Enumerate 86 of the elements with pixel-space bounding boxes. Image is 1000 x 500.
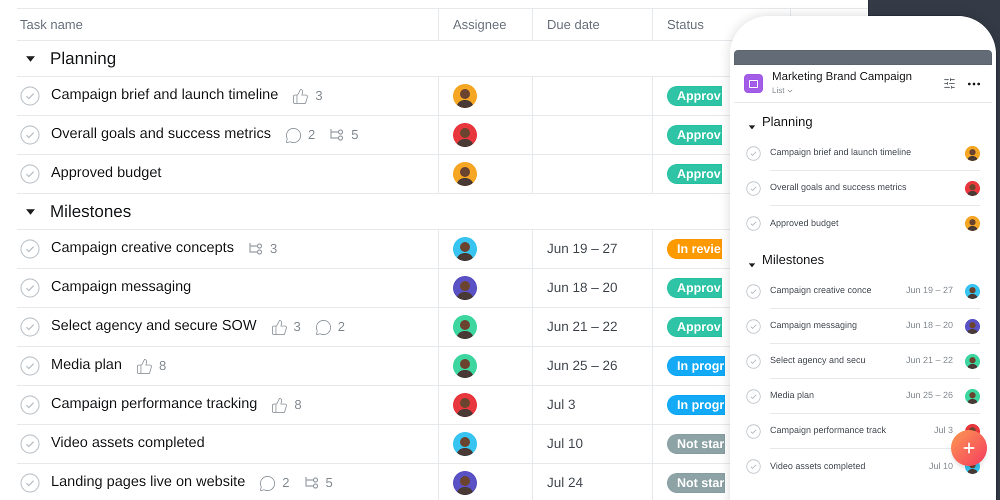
thumbs-up-icon	[292, 88, 310, 104]
subtask-icon	[304, 475, 320, 491]
check-circle-icon[interactable]	[20, 395, 40, 415]
task-name[interactable]: Campaign creative concepts	[51, 238, 234, 260]
comment-icon	[285, 126, 302, 144]
task-name[interactable]: Video assets completed	[770, 460, 866, 474]
task-name[interactable]: Approved budget	[51, 163, 162, 185]
column-header[interactable]: Assignee	[453, 14, 506, 34]
check-circle-icon[interactable]	[746, 319, 761, 334]
task-name[interactable]: Media plan	[770, 389, 814, 403]
task-name[interactable]: Campaign brief and launch timeline	[770, 146, 912, 160]
task-name[interactable]: Landing pages live on website	[51, 472, 246, 494]
task-name[interactable]: Media plan	[51, 355, 122, 377]
task-name[interactable]: Select agency and secure SOW	[51, 316, 257, 338]
check-circle-icon[interactable]	[20, 473, 40, 493]
section-title[interactable]: Planning	[50, 46, 116, 72]
due-date: Jul 3	[934, 424, 953, 438]
add-button[interactable]	[951, 430, 987, 466]
task-name[interactable]: Select agency and secu	[770, 354, 866, 368]
check-circle-icon[interactable]	[20, 86, 40, 106]
column-header[interactable]: Due date	[547, 14, 600, 34]
thumbs-up-icon	[271, 396, 288, 414]
section-title[interactable]: Milestones	[50, 198, 132, 224]
check-circle-icon[interactable]	[746, 354, 761, 369]
plus-icon	[961, 440, 977, 456]
thumbs-up-icon	[270, 318, 288, 336]
check-circle-icon[interactable]	[20, 164, 40, 184]
task-name[interactable]: Campaign messaging	[770, 319, 858, 333]
subtask-icon	[329, 127, 346, 143]
task-name[interactable]: Campaign performance track	[770, 424, 886, 438]
metric-count: 5	[326, 474, 333, 492]
task-name[interactable]: Overall goals and success metrics	[51, 124, 271, 146]
metric-count: 5	[351, 126, 358, 144]
check-circle-icon[interactable]	[746, 459, 761, 474]
project-title: Marketing Brand Campaign	[772, 72, 912, 84]
check-circle-icon[interactable]	[20, 356, 40, 376]
task-name[interactable]: Overall goals and success metrics	[770, 181, 907, 195]
task-name[interactable]: Campaign brief and launch timeline	[51, 85, 278, 107]
metric-count: 3	[294, 318, 301, 336]
metric-count: 3	[315, 87, 323, 106]
metric-count: 3	[270, 240, 278, 258]
task-name[interactable]: Campaign performance tracking	[51, 394, 258, 416]
check-circle-icon[interactable]	[20, 278, 40, 298]
due-date: Jun 21 – 22	[906, 354, 953, 368]
caret-icon[interactable]	[748, 123, 756, 131]
task-name[interactable]: Campaign creative conce	[770, 284, 872, 298]
filter-icon[interactable]	[943, 77, 956, 90]
check-circle-icon[interactable]	[20, 125, 40, 145]
check-circle-icon[interactable]	[746, 389, 761, 404]
metric-count: 8	[294, 396, 302, 414]
due-date: Jun 25 – 26	[906, 389, 953, 402]
due-date: Jun 18 – 20	[547, 278, 618, 297]
due-date: Jun 18 – 20	[906, 319, 953, 332]
metric-count: 8	[158, 357, 166, 376]
check-circle-icon[interactable]	[20, 239, 40, 259]
metric-count: 2	[282, 474, 290, 492]
column-header[interactable]: Task name	[20, 14, 83, 34]
metric-count: 2	[338, 318, 345, 336]
check-circle-icon[interactable]	[746, 146, 761, 161]
metric-count: 2	[308, 126, 316, 144]
check-circle-icon[interactable]	[746, 424, 761, 439]
check-circle-icon[interactable]	[20, 434, 40, 454]
section-title[interactable]: Milestones	[762, 250, 824, 269]
check-circle-icon[interactable]	[20, 317, 40, 337]
task-name[interactable]: Approved budget	[770, 216, 839, 230]
due-date: Jun 19 – 27	[906, 284, 953, 298]
due-date: Jul 24	[547, 474, 584, 492]
due-date: Jun 19 – 27	[547, 240, 618, 258]
due-date: Jul 10	[547, 434, 584, 453]
due-date: Jul 10	[928, 460, 953, 473]
task-name[interactable]: Video assets completed	[51, 433, 205, 455]
due-date: Jun 25 – 26	[547, 356, 618, 375]
column-header[interactable]: Status	[667, 14, 704, 34]
comment-icon	[259, 474, 276, 492]
due-date: Jul 3	[547, 396, 576, 414]
project-icon	[744, 74, 763, 93]
section-title[interactable]: Planning	[762, 112, 813, 131]
caret-icon[interactable]	[748, 261, 756, 269]
task-name[interactable]: Campaign messaging	[51, 277, 192, 299]
subtask-icon	[248, 241, 264, 257]
thumbs-up-icon	[136, 358, 153, 374]
due-date: Jun 21 – 22	[547, 318, 618, 336]
check-circle-icon[interactable]	[746, 181, 761, 196]
check-circle-icon[interactable]	[746, 284, 761, 299]
check-circle-icon[interactable]	[746, 216, 761, 231]
comment-icon	[314, 318, 332, 336]
